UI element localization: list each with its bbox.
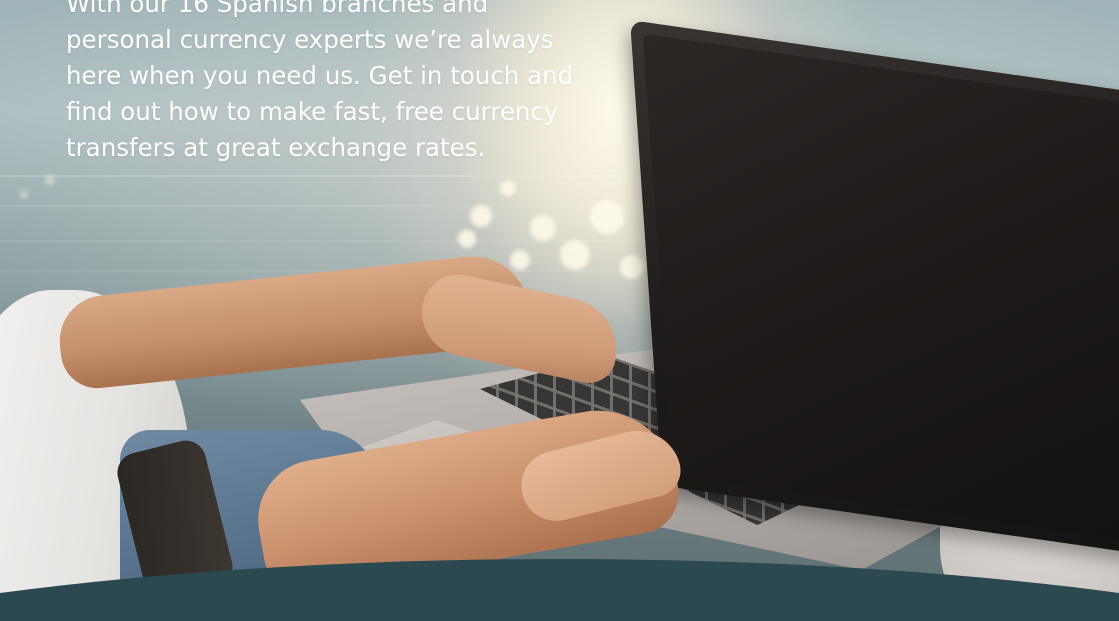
laptop-screen	[630, 20, 1119, 566]
hero-copy-line: personal currency experts we’re always	[66, 25, 554, 54]
hero-copy: With our 16 Spanish branches and persona…	[66, 0, 686, 166]
hero-section: With our 16 Spanish branches and persona…	[0, 0, 1119, 621]
hero-copy-line: transfers at great exchange rates.	[66, 133, 486, 162]
hero-copy-line: With our 16 Spanish branches and	[66, 0, 489, 18]
hero-copy-line: here when you need us. Get in touch and	[66, 61, 574, 90]
hero-copy-line: find out how to make fast, free currency	[66, 97, 559, 126]
section-wave-divider	[0, 559, 1119, 621]
